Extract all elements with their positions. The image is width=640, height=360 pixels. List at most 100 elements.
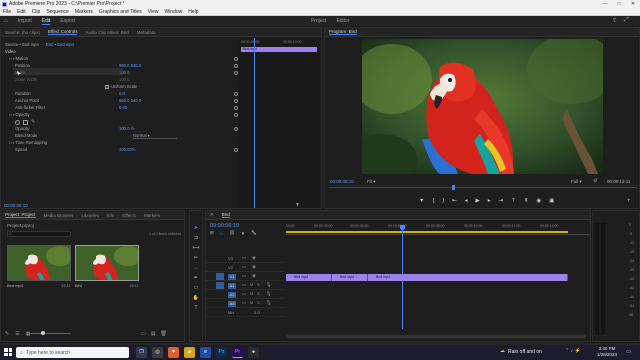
snap-icon[interactable]: ∩ (220, 231, 223, 236)
ec-playhead[interactable] (254, 38, 255, 208)
ripple-edit-tool-icon[interactable]: ⟷ (192, 245, 199, 251)
workspace-export[interactable]: Export (60, 18, 74, 24)
timeline-clip[interactable]: Bird.mp4 (368, 274, 568, 281)
obs-icon[interactable]: ● (248, 347, 259, 358)
export-frame-icon[interactable]: ◉ (536, 198, 541, 204)
rotation-property[interactable]: Rotation 0.0 (15, 91, 125, 97)
menu-graphics[interactable]: Graphics and Titles (99, 8, 142, 16)
list-view-icon[interactable]: ☰ (15, 331, 19, 337)
blend-mode-property[interactable]: Blend Mode Normal ▾ (15, 133, 177, 139)
file-explorer-icon[interactable]: ▰ (184, 347, 195, 358)
workspace-project[interactable]: Project (311, 18, 327, 24)
project-search-input[interactable] (7, 231, 71, 237)
track-header-v1[interactable]: V1 ▭ ◉ (206, 273, 284, 281)
project-item-name[interactable]: Bird.mp4 (7, 283, 23, 288)
track-header-v2[interactable]: V2 ▭ ◉ (206, 264, 284, 272)
extract-icon[interactable]: ⇞ (524, 198, 529, 204)
pen-mask-icon[interactable]: ✎ (31, 119, 35, 125)
project-item-thumbnail[interactable] (7, 245, 71, 281)
fullscreen-icon[interactable]: ⤢ (624, 17, 629, 24)
razor-tool-icon[interactable]: ✂ (194, 255, 198, 261)
taskbar-search-box[interactable]: ⌕ Type here to search (16, 347, 129, 358)
new-bin-icon[interactable]: ▭ (141, 331, 146, 337)
slip-tool-icon[interactable]: ↔ (194, 265, 199, 271)
premiere-taskbar-icon[interactable]: Pr (232, 347, 243, 358)
blend-mode-dropdown[interactable]: Normal ▾ (133, 133, 177, 139)
selection-tool-icon[interactable]: ➤ (194, 225, 198, 231)
reset-motion-icon[interactable] (234, 57, 238, 61)
clock-time[interactable]: 3:40 PM (594, 346, 620, 351)
timeline-clip[interactable]: Bird.mp4 (286, 274, 332, 281)
hand-tool-icon[interactable]: ✋ (193, 295, 199, 301)
menu-help[interactable]: Help (188, 8, 198, 16)
reset-anchor-icon[interactable] (234, 99, 238, 103)
add-marker-icon[interactable]: ▼ (419, 198, 424, 204)
lift-icon[interactable]: ⇡ (511, 198, 516, 204)
tab-effect-controls[interactable]: Effect Controls (48, 29, 78, 35)
toggle-sync-lock-icon[interactable]: ▭ (242, 282, 246, 288)
go-to-out-icon[interactable]: ⇥ (499, 198, 504, 204)
work-area-bar[interactable] (286, 231, 568, 233)
new-item-icon[interactable]: ▤ (151, 331, 156, 337)
comparison-view-icon[interactable]: ▣ (549, 198, 554, 204)
track-header-a3[interactable]: A3 ▭ M S 🎙 (206, 300, 284, 308)
reset-position-icon[interactable] (234, 64, 238, 68)
thumbnail-size-slider-handle[interactable] (41, 331, 45, 335)
step-forward-icon[interactable]: ▸ (488, 198, 491, 204)
tab-libraries[interactable]: Libraries (82, 213, 99, 218)
mute-track-button[interactable]: M (250, 282, 253, 287)
workspace-edit[interactable]: Edit (41, 18, 51, 25)
insert-sequence-icon[interactable]: ⊞ (210, 230, 214, 236)
wrench-icon[interactable]: ⚙ (593, 178, 597, 184)
source-patch-a1[interactable] (216, 282, 224, 289)
add-marker-timeline-icon[interactable]: ▼ (241, 231, 245, 236)
type-tool-icon[interactable]: T (194, 305, 197, 311)
clock-date[interactable]: 1/28/2023 (594, 352, 620, 357)
toggle-output-icon[interactable]: ◉ (252, 273, 256, 279)
mute-track-button[interactable]: M (250, 291, 253, 296)
solo-track-button[interactable]: S (257, 291, 260, 296)
anti-flicker-property[interactable]: Anti-flicker Filter 0.00 (15, 105, 127, 111)
menu-view[interactable]: View (148, 8, 159, 16)
source-patch-v1[interactable] (216, 273, 224, 280)
menu-edit[interactable]: Edit (17, 8, 26, 16)
tab-source[interactable]: Source: (no clips) (5, 30, 40, 35)
program-video-frame[interactable] (362, 39, 603, 174)
tab-sequence-bird[interactable]: Bird (221, 212, 230, 218)
timeline-timecode[interactable]: 00:00:06:10 (210, 223, 239, 229)
filter-icon[interactable]: ▼ (295, 202, 300, 208)
track-header-a1[interactable]: A1 ▭ M S 🎙 (206, 282, 284, 290)
tray-icons[interactable]: ⌃ ♪ ⚡ (565, 348, 581, 354)
zoom-fit-dropdown[interactable]: Fit ▾ (367, 179, 376, 185)
tab-project[interactable]: Project: Project (5, 212, 36, 218)
tab-metadata[interactable]: Metadata (137, 30, 156, 35)
fx-opacity[interactable]: fx ▾ Opacity (9, 112, 30, 118)
pen-tool-icon[interactable]: ✒ (194, 275, 198, 281)
opacity-property[interactable]: Opacity 100.0 % (15, 126, 134, 132)
menu-file[interactable]: File (3, 8, 11, 16)
tab-media-browser[interactable]: Media Browser (44, 213, 74, 218)
ellipse-mask-icon[interactable] (15, 119, 20, 125)
clip-label[interactable]: Bird • Bird.mp4 (46, 42, 74, 47)
uniform-scale-checkbox[interactable]: ✓ Uniform Scale (105, 84, 137, 90)
rectangle-tool-icon[interactable]: ▭ (194, 285, 199, 291)
microphone-icon[interactable]: 🎙 (266, 291, 272, 297)
tab-effects[interactable]: Effects (122, 213, 136, 218)
toggle-sync-lock-icon[interactable]: ▭ (242, 255, 246, 261)
track-select-tool-icon[interactable]: ⇉ (194, 235, 198, 241)
task-view-icon[interactable]: ❐ (136, 347, 147, 358)
solo-track-button[interactable]: S (257, 300, 260, 305)
toggle-sync-lock-icon[interactable]: ▭ (242, 291, 246, 297)
reset-scale-icon[interactable] (234, 71, 238, 75)
microphone-icon[interactable]: 🎙 (266, 282, 272, 288)
photoshop-icon[interactable]: Ps (216, 347, 227, 358)
track-header-mix[interactable]: Mix 0.0 (206, 309, 284, 317)
notifications-icon[interactable]: ▭ (626, 349, 631, 355)
maximize-button[interactable]: □ (612, 0, 626, 8)
toggle-output-icon[interactable]: ◉ (252, 264, 256, 270)
tab-program[interactable]: Program: Bird (329, 29, 357, 35)
linked-selection-icon[interactable]: ⛓ (229, 230, 235, 236)
trash-icon[interactable]: 🗑 (160, 331, 166, 337)
thumbnail-size-slider[interactable] (31, 333, 71, 334)
anchor-point-property[interactable]: Anchor Point 960.0 540.0 (15, 98, 141, 104)
